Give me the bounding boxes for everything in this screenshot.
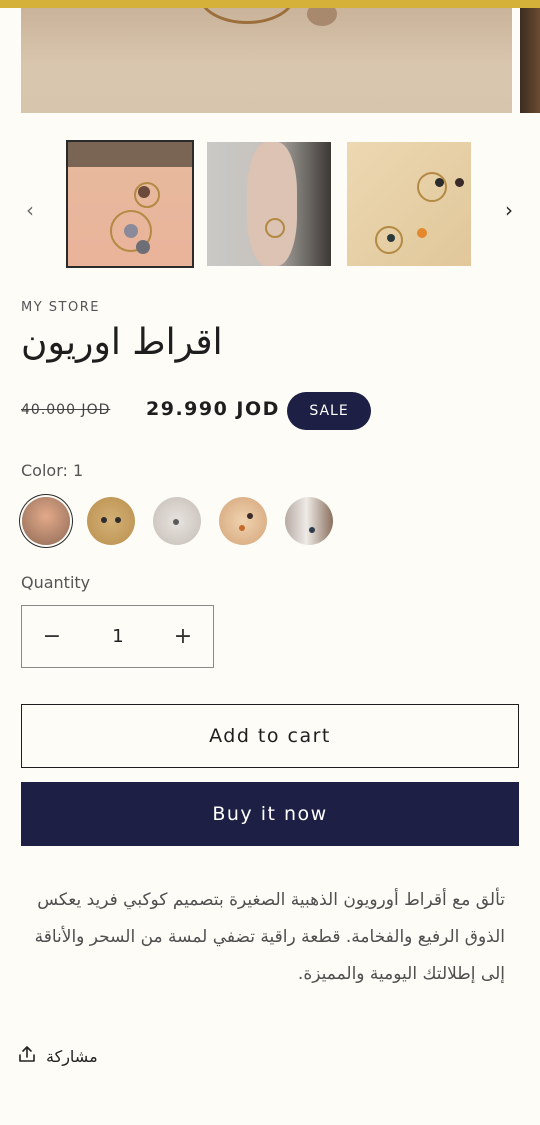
buy-now-button[interactable]: Buy it now: [21, 782, 519, 846]
product-next-image-peek[interactable]: [520, 8, 540, 113]
color-swatch-5[interactable]: [285, 497, 333, 545]
stone-shape: [173, 519, 179, 525]
earring-hoop-shape: [199, 8, 295, 24]
color-swatch-1[interactable]: [22, 497, 70, 545]
add-to-cart-button[interactable]: Add to cart: [21, 704, 519, 768]
color-swatch-3[interactable]: [153, 497, 201, 545]
stone-shape: [138, 186, 150, 198]
share-label: مشاركة: [46, 1046, 98, 1066]
stone-shape: [136, 240, 150, 254]
chevron-right-icon: ›: [505, 198, 513, 222]
product-description: تألق مع أقراط أورويون الذهبية الصغيرة بت…: [34, 890, 505, 984]
gallery-prev-button[interactable]: ‹: [20, 195, 40, 225]
stone-shape: [115, 517, 121, 523]
chevron-left-icon: ‹: [26, 198, 34, 222]
earring-bead-shape: [307, 8, 337, 26]
product-title: اقراط اوريون: [21, 322, 223, 363]
product-main-image[interactable]: [21, 8, 512, 113]
thumbnail-3[interactable]: [347, 142, 471, 266]
stone-shape: [239, 525, 245, 531]
plus-icon: +: [173, 624, 193, 649]
stone-shape: [247, 513, 253, 519]
quantity-stepper: − 1 +: [21, 605, 214, 668]
quantity-decrease-button[interactable]: −: [22, 606, 82, 667]
vendor-label: MY STORE: [21, 300, 100, 315]
sale-badge: SALE: [287, 392, 371, 430]
stone-shape: [101, 517, 107, 523]
quantity-increase-button[interactable]: +: [153, 606, 213, 667]
stone-shape: [124, 224, 138, 238]
share-button[interactable]: مشاركة: [18, 1042, 98, 1070]
model-face-shape: [247, 142, 297, 266]
earring-hoop-shape: [417, 172, 447, 202]
gallery-next-button[interactable]: ›: [499, 195, 519, 225]
top-accent-bar: [0, 0, 540, 8]
color-swatch-4[interactable]: [219, 497, 267, 545]
quantity-input[interactable]: 1: [82, 606, 154, 667]
stone-shape: [455, 178, 464, 187]
quantity-label: Quantity: [21, 573, 91, 592]
earring-hoop-shape: [265, 218, 285, 238]
stone-shape: [387, 234, 395, 242]
stone-shape: [435, 178, 444, 187]
color-label: Color: 1: [21, 461, 84, 480]
thumbnail-2[interactable]: [207, 142, 331, 266]
stone-shape: [309, 527, 315, 533]
thumbnail-1[interactable]: [66, 140, 194, 268]
compare-at-price: 40.000 JOD: [21, 402, 111, 418]
minus-icon: −: [42, 624, 62, 649]
price-row: 40.000 JOD 29.990 JOD SALE: [21, 392, 521, 430]
sale-price: 29.990 JOD: [146, 398, 280, 420]
share-icon: [18, 1045, 36, 1067]
color-swatch-2[interactable]: [87, 497, 135, 545]
stone-shape: [417, 228, 427, 238]
